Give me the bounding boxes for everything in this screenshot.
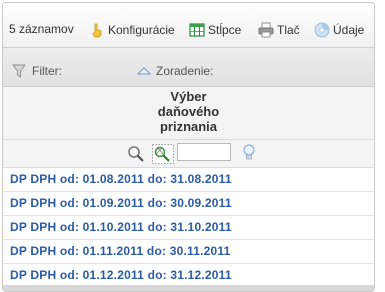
sort-label: Zoradenie: (156, 64, 214, 78)
columns-button[interactable]: Stĺpce (189, 22, 241, 38)
table-row[interactable]: DP DPH od: 01.08.2011 do: 31.08.2011 (3, 168, 374, 192)
hand-pointer-icon (89, 22, 105, 38)
data-disc-icon (314, 22, 330, 38)
column-header[interactable]: Výber daňového priznania (3, 87, 374, 140)
column-header-line-2: daňového (157, 104, 220, 119)
data-button[interactable]: Údaje (314, 22, 364, 38)
print-label: Tlač (277, 23, 300, 37)
column-search-input[interactable] (177, 143, 231, 161)
grid-footer (3, 285, 374, 291)
grid-panel: 5 záznamov Konfigurácie Stĺpce Tlač Údaj… (2, 2, 375, 292)
column-header-line-1: Výber (170, 89, 207, 104)
filter-button[interactable]: Filter: (12, 63, 62, 79)
filter-label: Filter: (32, 64, 62, 78)
columns-table-icon (189, 22, 205, 38)
table-row[interactable]: DP DPH od: 01.09.2011 do: 30.09.2011 (3, 192, 374, 216)
column-search-row (3, 141, 374, 168)
magnifier-icon[interactable] (127, 145, 144, 162)
sort-triangle-icon (136, 63, 152, 79)
columns-label: Stĺpce (208, 23, 242, 37)
table-row[interactable]: DP DPH od: 01.10.2011 do: 31.10.2011 (3, 216, 374, 240)
record-count-label: 5 záznamov (9, 22, 74, 36)
config-label: Konfigurácie (108, 23, 175, 37)
sort-button[interactable]: Zoradenie: (136, 63, 213, 79)
table-row[interactable]: DP DPH od: 01.11.2011 do: 30.11.2011 (3, 240, 374, 264)
grid-toolbar: 5 záznamov Konfigurácie Stĺpce Tlač Údaj… (3, 3, 374, 48)
data-label: Údaje (333, 23, 365, 37)
column-header-line-3: priznania (159, 119, 218, 134)
funnel-icon (12, 63, 28, 79)
filter-bar: Filter: Zoradenie: (3, 48, 374, 87)
magnifier-clear-icon[interactable] (152, 144, 174, 164)
config-button[interactable]: Konfigurácie (89, 22, 175, 38)
tax-return-list: DP DPH od: 01.08.2011 do: 31.08.2011 DP … (3, 168, 374, 288)
lightbulb-icon[interactable] (242, 144, 258, 160)
record-count: 5 záznamov (9, 22, 74, 36)
printer-icon (258, 22, 274, 38)
print-button[interactable]: Tlač (258, 22, 300, 38)
